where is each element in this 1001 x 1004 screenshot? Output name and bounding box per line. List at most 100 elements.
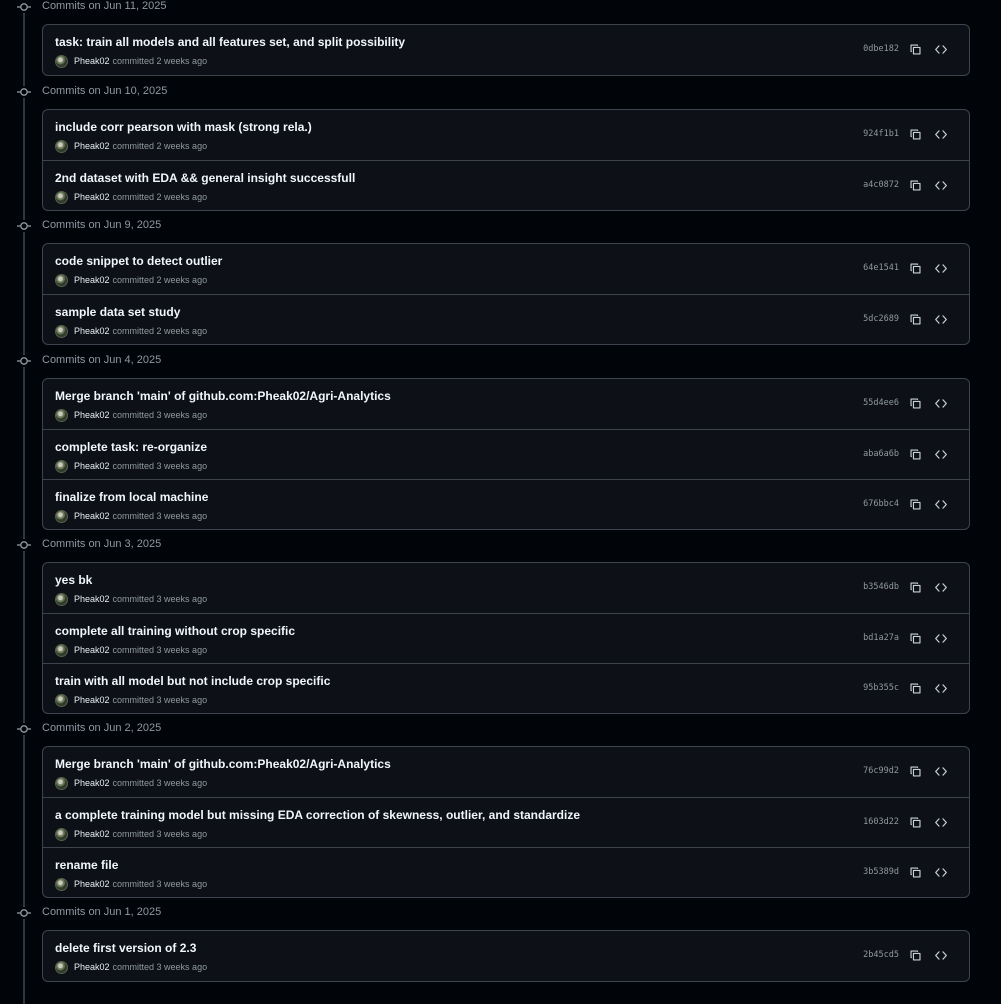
- browse-repo-button[interactable]: [931, 445, 951, 463]
- commit-message-link[interactable]: yes bk: [55, 573, 92, 587]
- commit-sha-link[interactable]: 95b355c: [863, 682, 899, 694]
- avatar[interactable]: [55, 877, 68, 891]
- commit-author-link[interactable]: Pheak02: [74, 961, 110, 973]
- copy-sha-button[interactable]: [905, 445, 925, 463]
- avatar[interactable]: [55, 273, 68, 287]
- commit-sha-link[interactable]: 1603d22: [863, 816, 899, 828]
- copy-sha-button[interactable]: [905, 495, 925, 513]
- browse-repo-button[interactable]: [931, 259, 951, 277]
- commit-message-link[interactable]: Merge branch 'main' of github.com:Pheak0…: [55, 389, 391, 403]
- commit-sha-link[interactable]: a4c0872: [863, 179, 899, 191]
- commit-sha-link[interactable]: 5dc2689: [863, 313, 899, 325]
- copy-sha-button[interactable]: [905, 762, 925, 780]
- commit-sha-link[interactable]: aba6a6b: [863, 448, 899, 460]
- avatar[interactable]: [55, 960, 68, 974]
- avatar[interactable]: [55, 693, 68, 707]
- commit-group: Merge branch 'main' of github.com:Pheak0…: [42, 378, 970, 530]
- copy-sha-button[interactable]: [905, 40, 925, 58]
- commit-author-link[interactable]: Pheak02: [74, 409, 110, 421]
- commit-group-date: Commits on Jun 11, 2025: [42, 0, 167, 12]
- commit-message-link[interactable]: sample data set study: [55, 305, 180, 319]
- commit-message-link[interactable]: delete first version of 2.3: [55, 941, 196, 955]
- commit-author-link[interactable]: Pheak02: [74, 644, 110, 656]
- commit-sha-link[interactable]: 76c99d2: [863, 765, 899, 777]
- commit-author-link[interactable]: Pheak02: [74, 694, 110, 706]
- commit-message-link[interactable]: 2nd dataset with EDA && general insight …: [55, 171, 355, 185]
- copy-sha-button[interactable]: [905, 863, 925, 881]
- browse-repo-button[interactable]: [931, 310, 951, 328]
- commit-sha-link[interactable]: 2b45cd5: [863, 949, 899, 961]
- browse-repo-button[interactable]: [931, 394, 951, 412]
- commit-meta: Pheak02 committed 3 weeks ago: [55, 592, 207, 606]
- avatar[interactable]: [55, 408, 68, 422]
- commit-message-link[interactable]: finalize from local machine: [55, 490, 208, 504]
- copy-sha-button[interactable]: [905, 578, 925, 596]
- browse-repo-button[interactable]: [931, 813, 951, 831]
- copy-sha-button[interactable]: [905, 310, 925, 328]
- commit-sha-link[interactable]: 676bbc4: [863, 498, 899, 510]
- copy-sha-button[interactable]: [905, 394, 925, 412]
- copy-sha-button[interactable]: [905, 946, 925, 964]
- commit-author-link[interactable]: Pheak02: [74, 777, 110, 789]
- commit-author-link[interactable]: Pheak02: [74, 325, 110, 337]
- copy-icon: [909, 682, 922, 695]
- avatar[interactable]: [55, 324, 68, 338]
- browse-repo-button[interactable]: [931, 40, 951, 58]
- browse-repo-button[interactable]: [931, 125, 951, 143]
- avatar[interactable]: [55, 54, 68, 68]
- commit-message-link[interactable]: a complete training model but missing ED…: [55, 808, 580, 822]
- browse-repo-button[interactable]: [931, 946, 951, 964]
- commit-message-link[interactable]: include corr pearson with mask (strong r…: [55, 120, 312, 134]
- browse-repo-button[interactable]: [931, 495, 951, 513]
- commit-message-link[interactable]: task: train all models and all features …: [55, 35, 405, 49]
- commit-sha-link[interactable]: 924f1b1: [863, 128, 899, 140]
- browse-repo-button[interactable]: [931, 679, 951, 697]
- browse-repo-button[interactable]: [931, 629, 951, 647]
- browse-repo-button[interactable]: [931, 762, 951, 780]
- commit-sha-link[interactable]: bd1a27a: [863, 632, 899, 644]
- timeline-line: [23, 13, 25, 86]
- commit-sha-link[interactable]: 0dbe182: [863, 43, 899, 55]
- copy-sha-button[interactable]: [905, 813, 925, 831]
- commit-author-link[interactable]: Pheak02: [74, 460, 110, 472]
- commit-sha-link[interactable]: 3b5389d: [863, 866, 899, 878]
- commit-message-link[interactable]: train with all model but not include cro…: [55, 674, 330, 688]
- commit-author-link[interactable]: Pheak02: [74, 593, 110, 605]
- copy-sha-button[interactable]: [905, 629, 925, 647]
- commit-author-link[interactable]: Pheak02: [74, 140, 110, 152]
- browse-repo-button[interactable]: [931, 578, 951, 596]
- copy-sha-button[interactable]: [905, 259, 925, 277]
- commit-timeline: Commits on Jun 11, 2025 task: train all m…: [0, 0, 1001, 1004]
- avatar[interactable]: [55, 592, 68, 606]
- commit-author-link[interactable]: Pheak02: [74, 274, 110, 286]
- avatar[interactable]: [55, 459, 68, 473]
- copy-sha-button[interactable]: [905, 125, 925, 143]
- commit-author-link[interactable]: Pheak02: [74, 828, 110, 840]
- copy-sha-button[interactable]: [905, 679, 925, 697]
- browse-repo-button[interactable]: [931, 863, 951, 881]
- commit-row: 2nd dataset with EDA && general insight …: [43, 160, 969, 210]
- commit-sha-link[interactable]: 55d4ee6: [863, 397, 899, 409]
- avatar[interactable]: [55, 139, 68, 153]
- commit-message-link[interactable]: complete all training without crop speci…: [55, 624, 295, 638]
- browse-repo-button[interactable]: [931, 176, 951, 194]
- commit-message-link[interactable]: code snippet to detect outlier: [55, 254, 222, 268]
- commit-author-link[interactable]: Pheak02: [74, 510, 110, 522]
- code-icon: [934, 448, 948, 461]
- commit-author-link[interactable]: Pheak02: [74, 55, 110, 67]
- commit-meta: Pheak02 committed 3 weeks ago: [55, 693, 207, 707]
- commit-sha-link[interactable]: b3546db: [863, 581, 899, 593]
- avatar[interactable]: [55, 643, 68, 657]
- avatar[interactable]: [55, 190, 68, 204]
- copy-sha-button[interactable]: [905, 176, 925, 194]
- commit-meta: Pheak02 committed 3 weeks ago: [55, 643, 207, 657]
- commit-message-link[interactable]: Merge branch 'main' of github.com:Pheak0…: [55, 757, 391, 771]
- avatar[interactable]: [55, 827, 68, 841]
- commit-message-link[interactable]: rename file: [55, 858, 118, 872]
- avatar[interactable]: [55, 776, 68, 790]
- commit-author-link[interactable]: Pheak02: [74, 191, 110, 203]
- commit-message-link[interactable]: complete task: re-organize: [55, 440, 207, 454]
- commit-author-link[interactable]: Pheak02: [74, 878, 110, 890]
- avatar[interactable]: [55, 509, 68, 523]
- commit-sha-link[interactable]: 64e1541: [863, 262, 899, 274]
